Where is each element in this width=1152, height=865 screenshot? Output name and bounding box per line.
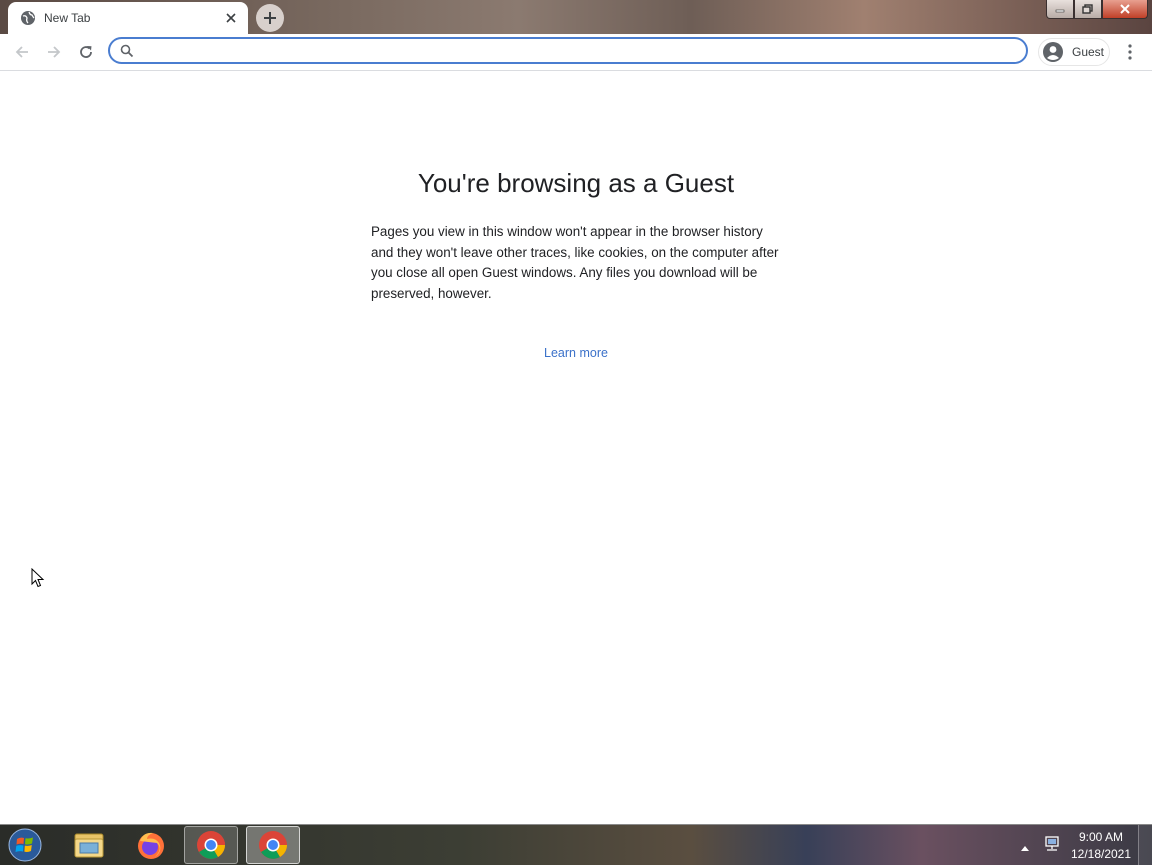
chrome-icon bbox=[197, 831, 225, 859]
firefox-icon bbox=[138, 832, 164, 859]
show-desktop-button[interactable] bbox=[1138, 825, 1152, 865]
reload-icon bbox=[80, 46, 92, 58]
globe-icon bbox=[20, 10, 36, 26]
guest-description: Pages you view in this window won't appe… bbox=[371, 224, 779, 301]
mouse-cursor-icon bbox=[31, 567, 45, 593]
title-bar: New Tab bbox=[0, 0, 1152, 34]
back-arrow-icon bbox=[15, 46, 28, 58]
browser-menu-button[interactable] bbox=[1120, 40, 1140, 64]
address-input[interactable] bbox=[142, 41, 1006, 62]
plus-icon bbox=[264, 12, 276, 24]
taskbar-explorer[interactable] bbox=[62, 826, 116, 864]
reload-button[interactable] bbox=[74, 40, 98, 64]
learn-more-label[interactable]: Learn more bbox=[544, 346, 608, 360]
new-tab-button[interactable] bbox=[256, 4, 284, 32]
page-title: You're browsing as a Guest bbox=[417, 168, 735, 198]
chrome-icon bbox=[259, 831, 287, 859]
close-window-button[interactable] bbox=[1102, 0, 1148, 19]
forward-button[interactable] bbox=[42, 40, 66, 64]
window-controls bbox=[1046, 0, 1148, 19]
close-icon bbox=[1120, 4, 1130, 14]
tab-title: New Tab bbox=[44, 11, 91, 25]
browser-toolbar: Guest bbox=[0, 34, 1152, 71]
address-bar[interactable] bbox=[108, 37, 1028, 64]
taskbar: 9:00 AM 12/18/2021 bbox=[0, 824, 1152, 865]
restore-button[interactable] bbox=[1074, 0, 1102, 19]
clock-date: 12/18/2021 bbox=[1070, 847, 1132, 861]
profile-button[interactable]: Guest bbox=[1038, 38, 1110, 66]
profile-label: Guest bbox=[1072, 45, 1105, 59]
tab-close-icon[interactable] bbox=[223, 10, 239, 26]
show-hidden-icons-button[interactable] bbox=[1020, 839, 1030, 857]
back-button[interactable] bbox=[10, 40, 34, 64]
windows-start-icon bbox=[8, 828, 42, 862]
avatar-icon bbox=[1042, 41, 1064, 63]
restore-icon bbox=[1082, 4, 1093, 14]
windows-explorer-icon bbox=[74, 833, 104, 858]
search-icon bbox=[120, 44, 134, 58]
learn-more-link[interactable]: Learn more bbox=[0, 346, 1152, 360]
forward-arrow-icon bbox=[48, 46, 61, 58]
taskbar-chrome-2[interactable] bbox=[246, 826, 300, 864]
taskbar-firefox[interactable] bbox=[124, 826, 178, 864]
triangle-up-icon bbox=[1021, 846, 1029, 851]
taskbar-chrome-1[interactable] bbox=[184, 826, 238, 864]
network-icon[interactable] bbox=[1043, 835, 1061, 858]
minimize-button[interactable] bbox=[1046, 0, 1074, 19]
more-vert-icon bbox=[1128, 44, 1132, 60]
minimize-icon bbox=[1055, 9, 1065, 13]
tab-new-tab[interactable]: New Tab bbox=[8, 2, 248, 34]
clock-time: 9:00 AM bbox=[1078, 830, 1124, 844]
start-button[interactable] bbox=[6, 827, 44, 863]
system-clock[interactable]: 9:00 AM 12/18/2021 bbox=[1064, 829, 1138, 863]
guest-page: You're browsing as a Guest Pages you vie… bbox=[0, 71, 1152, 824]
